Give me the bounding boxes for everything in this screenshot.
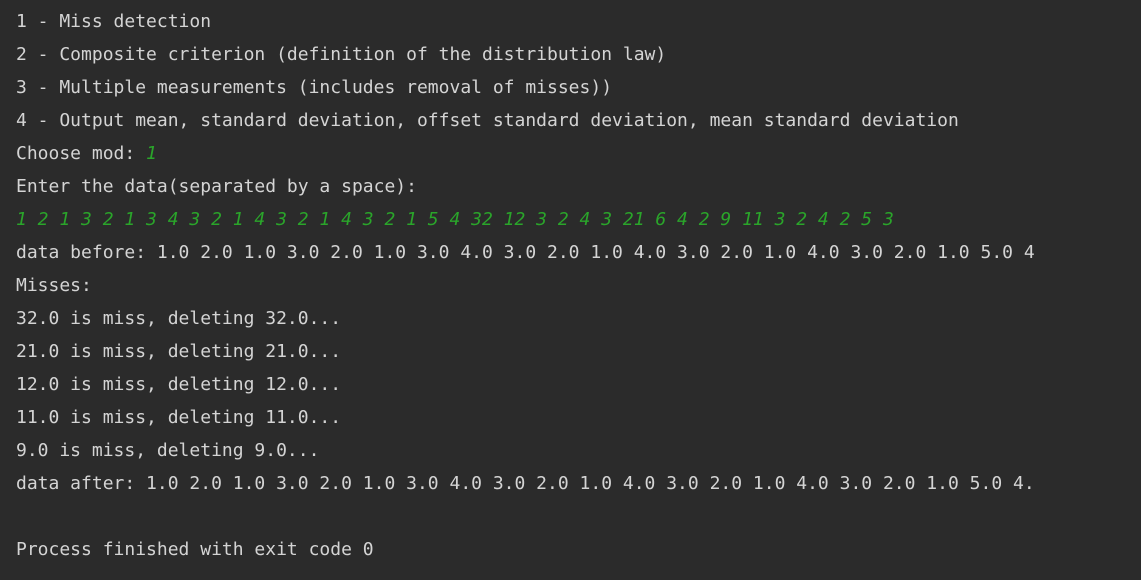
miss-line: 21.0 is miss, deleting 21.0... — [16, 341, 342, 362]
prompt-text: Choose mod: — [16, 143, 147, 164]
miss-line: 32.0 is miss, deleting 32.0... — [16, 308, 342, 329]
run-console-output[interactable]: 1 - Miss detection 2 - Composite criteri… — [0, 0, 1141, 580]
data-user-input: 1 2 1 3 2 1 3 4 3 2 1 4 3 2 1 4 3 2 1 5 … — [16, 209, 894, 230]
data-user-input-line: 1 2 1 3 2 1 3 4 3 2 1 4 3 2 1 4 3 2 1 5 … — [16, 203, 1141, 236]
data-after-output: data after: 1.0 2.0 1.0 3.0 2.0 1.0 3.0 … — [16, 473, 1035, 494]
miss-line: 11.0 is miss, deleting 11.0... — [16, 407, 342, 428]
menu-option-4: 4 - Output mean, standard deviation, off… — [16, 110, 959, 131]
miss-line: 9.0 is miss, deleting 9.0... — [16, 440, 320, 461]
choose-mode-prompt: Choose mod: 1 — [16, 137, 1141, 170]
menu-option-3: 3 - Multiple measurements (includes remo… — [16, 77, 613, 98]
menu-option-1: 1 - Miss detection — [16, 11, 212, 32]
data-before-output: data before: 1.0 2.0 1.0 3.0 2.0 1.0 3.0… — [16, 242, 1035, 263]
enter-data-prompt: Enter the data(separated by a space): — [16, 176, 417, 197]
mode-user-input: 1 — [146, 143, 157, 164]
menu-option-2: 2 - Composite criterion (definition of t… — [16, 44, 667, 65]
miss-line: 12.0 is miss, deleting 12.0... — [16, 374, 342, 395]
misses-header: Misses: — [16, 275, 92, 296]
process-finished-message: Process finished with exit code 0 — [16, 539, 374, 560]
